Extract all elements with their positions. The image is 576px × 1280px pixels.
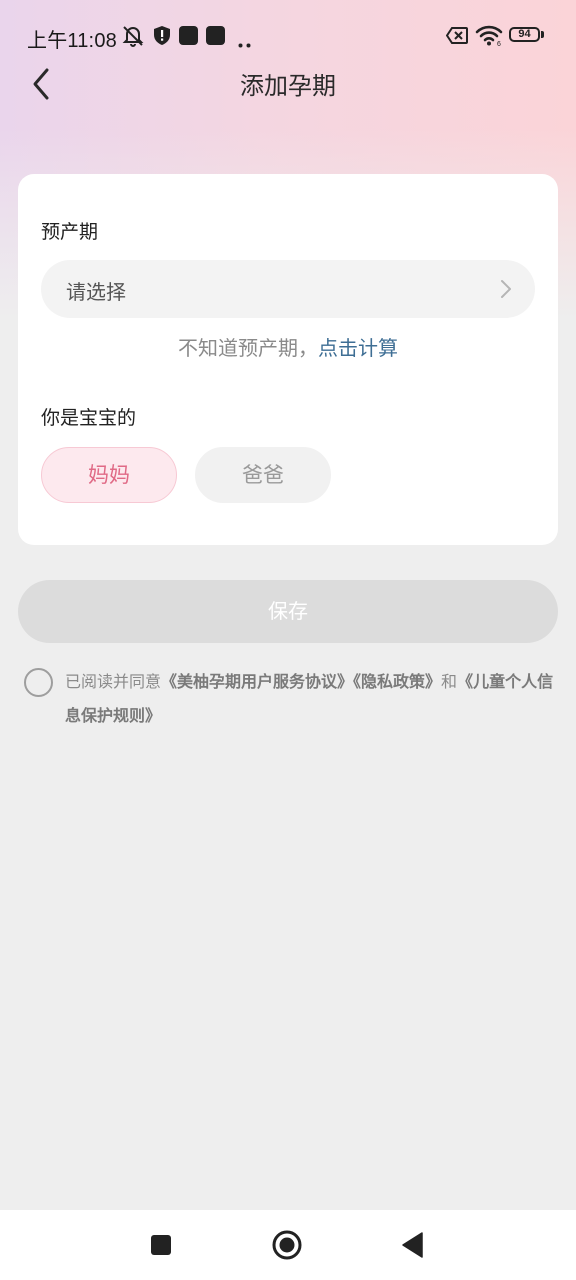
due-date-placeholder: 请选择 [66, 280, 126, 304]
status-bar: 上午11:08 6 94 [0, 0, 576, 72]
service-agreement-link[interactable]: 《美柚孕期用户服务协议》 [161, 672, 353, 691]
privacy-policy-link[interactable]: 《隐私政策》 [353, 672, 441, 691]
role-option-mom[interactable]: 妈妈 [41, 447, 177, 503]
wifi-icon: 6 [475, 25, 503, 50]
agreement-text: 已阅读并同意《美柚孕期用户服务协议》《隐私政策》和《儿童个人信息保护规则》 [65, 665, 555, 733]
page-title: 添加孕期 [240, 72, 336, 100]
sim-off-icon [445, 27, 468, 48]
calculate-link[interactable]: 点击计算 [318, 336, 398, 360]
recents-square-icon[interactable] [150, 1234, 172, 1260]
more-dots-icon [238, 33, 252, 52]
due-date-select[interactable]: 请选择 [41, 260, 535, 318]
due-date-label: 预产期 [41, 221, 99, 243]
agreement-prefix: 已阅读并同意 [65, 672, 162, 691]
agreement-conjunction: 和 [441, 672, 458, 691]
svg-text:6: 6 [497, 41, 501, 46]
role-label: 你是宝宝的 [41, 407, 137, 429]
save-button[interactable]: 保存 [18, 580, 558, 643]
chevron-right-icon [499, 278, 513, 304]
app-square-icon [206, 26, 225, 45]
hint-text: 不知道预产期， [178, 336, 318, 360]
app-square-icon [179, 26, 198, 45]
form-card: 预产期 请选择 不知道预产期，点击计算 你是宝宝的 妈妈 爸爸 [18, 174, 558, 545]
system-nav-bar [0, 1210, 576, 1280]
due-date-hint: 不知道预产期，点击计算 [18, 332, 558, 361]
home-circle-icon[interactable] [272, 1230, 302, 1264]
shield-alert-icon [153, 25, 171, 50]
battery-tip [541, 31, 544, 38]
mute-bell-icon [121, 25, 145, 51]
role-option-dad[interactable]: 爸爸 [195, 447, 331, 503]
status-time: 上午11:08 [27, 30, 117, 52]
back-triangle-icon[interactable] [401, 1232, 423, 1262]
battery-icon: 94 [509, 27, 540, 42]
agreement-checkbox[interactable] [24, 668, 53, 697]
